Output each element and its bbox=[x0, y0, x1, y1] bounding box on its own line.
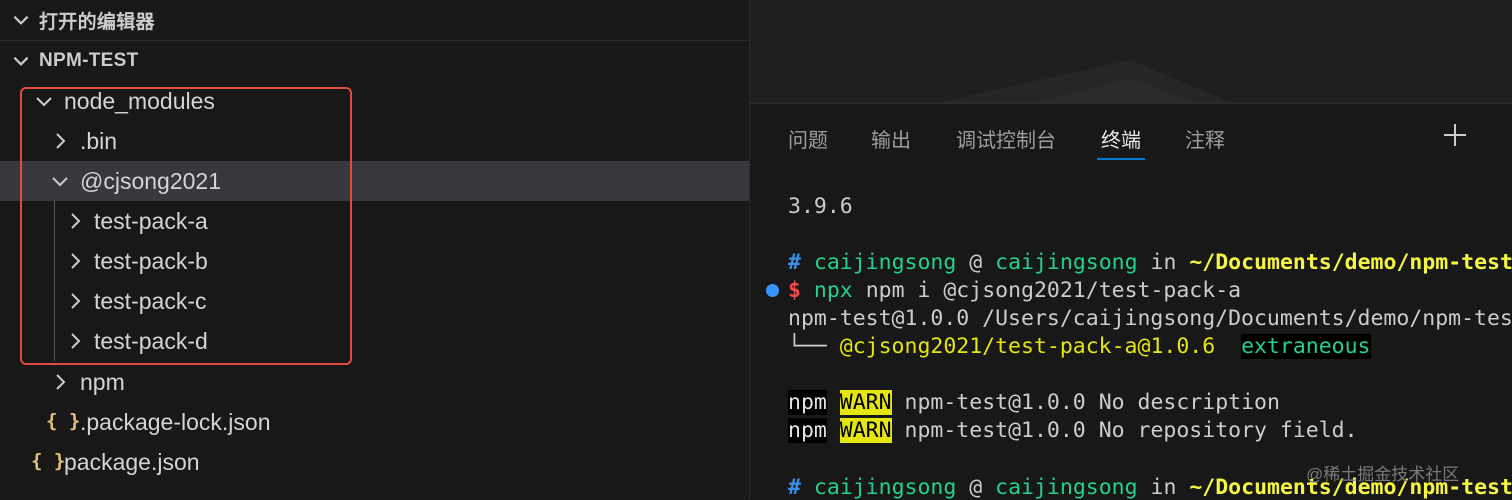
terminal-line: └── @cjsong2021/test-pack-a@1.0.6 extran… bbox=[788, 334, 1371, 359]
terminal-warn-line: npm WARN npm-test@1.0.0 No repository fi… bbox=[788, 418, 1358, 443]
tree-prefix: └── bbox=[788, 334, 840, 359]
prompt-hash: # bbox=[788, 250, 801, 275]
tab-debug-console[interactable]: 调试控制台 bbox=[956, 124, 1056, 153]
open-editors-title: 打开的编辑器 bbox=[39, 11, 155, 33]
terminal-command-line: $ npx npm i @cjsong2021/test-pack-a bbox=[788, 278, 1241, 303]
tab-comments[interactable]: 注释 bbox=[1185, 124, 1225, 153]
chevron-right-icon bbox=[56, 374, 66, 390]
prompt-path: ~/Documents/demo/npm-test bbox=[1189, 250, 1512, 275]
warn-message: npm-test@1.0.0 No repository field. bbox=[904, 418, 1358, 443]
json-file-icon: { } bbox=[46, 410, 81, 432]
terminal-line: 3.9.6 bbox=[788, 194, 853, 219]
tree-item-package-lock-json[interactable]: { } .package-lock.json bbox=[0, 402, 749, 442]
prompt-host: caijingsong bbox=[995, 475, 1138, 500]
prompt-at: @ bbox=[969, 250, 983, 275]
npm-label: npm bbox=[788, 418, 827, 443]
prompt-dollar: $ bbox=[788, 278, 801, 303]
npm-output-path: npm-test@1.0.0 /Users/caijingsong/Docume… bbox=[788, 306, 1512, 331]
bottom-panel: 问题 输出 调试控制台 终端 注释 3.9.6 # caijingsong @ … bbox=[750, 104, 1512, 500]
plus-icon[interactable] bbox=[1442, 122, 1468, 148]
prompt-in: in bbox=[1150, 250, 1177, 275]
extraneous-label: extraneous bbox=[1241, 334, 1371, 359]
highlight-box bbox=[20, 87, 352, 365]
npm-label: npm bbox=[788, 390, 827, 415]
prompt-user: caijingsong bbox=[813, 250, 957, 275]
installed-package: @cjsong2021/test-pack-a@1.0.6 bbox=[839, 334, 1216, 359]
tree-item-label: package.json bbox=[64, 449, 200, 475]
tab-output[interactable]: 输出 bbox=[871, 124, 911, 153]
watermark: @稀土掘金技术社区 bbox=[1306, 465, 1460, 484]
tree-item-package-json[interactable]: { } package.json bbox=[0, 442, 749, 482]
prompt-user: caijingsong bbox=[813, 475, 957, 500]
terminal-line: npm-test@1.0.0 /Users/caijingsong/Docume… bbox=[788, 306, 1512, 331]
warn-badge: WARN bbox=[839, 390, 892, 415]
prompt-hash: # bbox=[788, 475, 801, 500]
tab-terminal[interactable]: 终端 bbox=[1101, 124, 1141, 153]
terminal-prompt-line: # caijingsong @ caijingsong in ~/Documen… bbox=[788, 250, 1512, 275]
command-rest: npm i @cjsong2021/test-pack-a bbox=[865, 278, 1242, 303]
editor-area bbox=[750, 0, 1512, 102]
terminal-warn-line: npm WARN npm-test@1.0.0 No description bbox=[788, 390, 1280, 415]
prompt-host: caijingsong bbox=[995, 250, 1138, 275]
chevron-down-icon bbox=[13, 56, 29, 66]
project-title: NPM-TEST bbox=[39, 50, 139, 71]
version-output: 3.9.6 bbox=[788, 194, 853, 219]
prompt-in: in bbox=[1150, 475, 1177, 500]
active-tab-indicator bbox=[1097, 158, 1145, 160]
tree-item-npm[interactable]: npm bbox=[0, 362, 749, 402]
tree-item-label: npm bbox=[80, 369, 125, 395]
command-npx: npx bbox=[813, 278, 853, 303]
json-file-icon: { } bbox=[31, 450, 66, 472]
explorer-sidebar: 打开的编辑器 NPM-TEST node_modules .bin @cjson… bbox=[0, 0, 750, 499]
command-status-dot-icon[interactable] bbox=[766, 284, 779, 297]
project-header[interactable]: NPM-TEST bbox=[0, 41, 749, 81]
open-editors-header[interactable]: 打开的编辑器 bbox=[0, 0, 749, 40]
tab-problems[interactable]: 问题 bbox=[788, 124, 828, 153]
warn-message: npm-test@1.0.0 No description bbox=[904, 390, 1280, 415]
prompt-at: @ bbox=[969, 475, 983, 500]
warn-badge: WARN bbox=[839, 418, 892, 443]
editor-watermark-logo bbox=[940, 60, 1230, 102]
tree-item-label: .package-lock.json bbox=[80, 409, 271, 435]
chevron-down-icon bbox=[13, 15, 29, 25]
